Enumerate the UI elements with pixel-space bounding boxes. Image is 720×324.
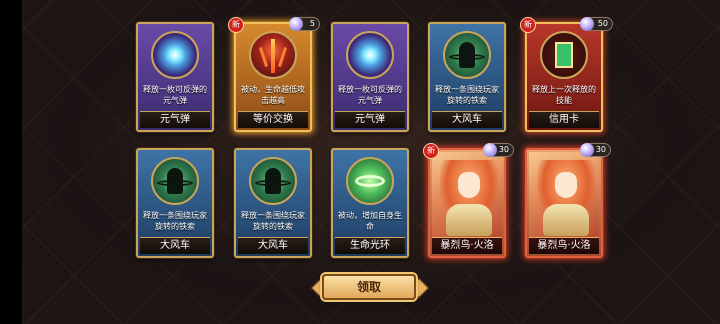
card-name: 大风车: [140, 237, 210, 254]
cost-badge: 50: [580, 17, 613, 31]
card-description: 被动，增加自身生命: [338, 211, 402, 231]
card-name: 大风车: [238, 237, 308, 254]
skill-card-windmill-3[interactable]: 释放一条围绕玩家旋转的铁索 大风车: [234, 148, 312, 258]
energy-orb-icon: [346, 31, 394, 79]
card-description: 释放上一次释放的技能: [532, 85, 596, 105]
left-black-bar: [0, 0, 22, 324]
skill-card-life-halo[interactable]: 被动，增加自身生命 生命光环: [331, 148, 409, 258]
flame-sword-icon: [249, 31, 297, 79]
card-icon: [540, 31, 588, 79]
card-name: 元气弹: [335, 111, 405, 128]
card-description: 释放一枚可反弹的元气弹: [143, 85, 207, 105]
life-halo-icon: [346, 157, 394, 205]
card-name: 元气弹: [140, 111, 210, 128]
card-description: 释放一条围绕玩家旋转的铁索: [241, 211, 305, 231]
hero-card-fire-bird-2[interactable]: 暴烈鸟·火洛: [525, 148, 603, 258]
cost-value: 50: [597, 19, 608, 28]
skill-card-equivalent-exchange[interactable]: 被动，生命越低攻击越高 等价交换: [234, 22, 312, 132]
gem-icon: [580, 143, 594, 157]
spinning-chain-icon: [151, 157, 199, 205]
card-name: 等价交换: [238, 111, 308, 128]
cost-badge: 30: [483, 143, 514, 157]
skill-card-windmill-2[interactable]: 释放一条围绕玩家旋转的铁索 大风车: [136, 148, 214, 258]
cost-badge: 30: [580, 143, 611, 157]
hero-portrait: [432, 152, 502, 238]
gem-icon: [580, 17, 594, 31]
claim-button[interactable]: 领取: [322, 274, 416, 300]
card-name: 信用卡: [529, 111, 599, 128]
new-badge: 新: [423, 143, 439, 159]
cost-value: 30: [595, 145, 606, 154]
cost-value: 5: [309, 19, 315, 28]
card-description: 释放一条围绕玩家旋转的铁索: [435, 85, 499, 105]
energy-orb-icon: [151, 31, 199, 79]
new-badge: 新: [520, 17, 536, 33]
hero-portrait: [529, 152, 599, 238]
skill-card-windmill-1[interactable]: 释放一条围绕玩家旋转的铁索 大风车: [428, 22, 506, 132]
skill-card-credit-card[interactable]: 释放上一次释放的技能 信用卡: [525, 22, 603, 132]
spinning-chain-icon: [249, 157, 297, 205]
gem-icon: [289, 17, 303, 31]
hero-name: 暴烈鸟·火洛: [529, 237, 599, 254]
cost-value: 30: [498, 145, 509, 154]
skill-card-energy-ball-1[interactable]: 释放一枚可反弹的元气弹 元气弹: [136, 22, 214, 132]
skill-card-energy-ball-2[interactable]: 释放一枚可反弹的元气弹 元气弹: [331, 22, 409, 132]
gem-icon: [483, 143, 497, 157]
hero-card-fire-bird-1[interactable]: 暴烈鸟·火洛: [428, 148, 506, 258]
card-description: 被动，生命越低攻击越高: [241, 85, 305, 105]
cost-badge: 5: [289, 17, 320, 31]
card-description: 释放一条围绕玩家旋转的铁索: [143, 211, 207, 231]
card-name: 生命光环: [335, 237, 405, 254]
card-description: 释放一枚可反弹的元气弹: [338, 85, 402, 105]
hero-name: 暴烈鸟·火洛: [432, 237, 502, 254]
spinning-chain-icon: [443, 31, 491, 79]
new-badge: 新: [228, 17, 244, 33]
card-name: 大风车: [432, 111, 502, 128]
